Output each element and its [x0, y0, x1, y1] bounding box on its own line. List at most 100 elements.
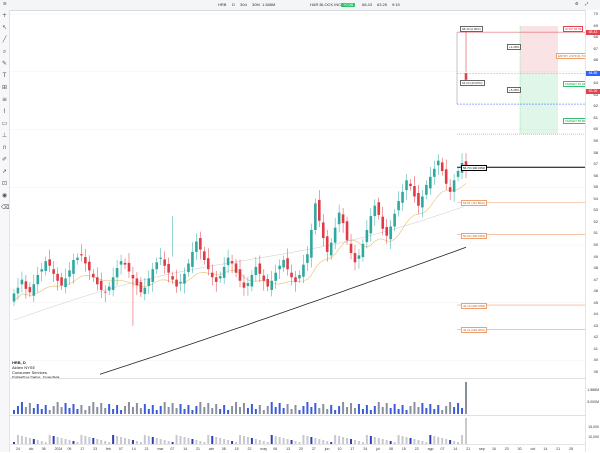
time-tick: 23: [504, 447, 509, 451]
chart-grid: [10, 13, 586, 361]
volume-bar: [227, 410, 230, 414]
volume-bar: [56, 402, 59, 414]
candle-body: [234, 263, 238, 273]
volume-bar: [80, 405, 83, 414]
menu-icon[interactable]: ☰: [3, 2, 7, 6]
volume-bar: [84, 410, 87, 414]
price-chart[interactable]: [10, 10, 586, 378]
volume-bar: [52, 406, 55, 414]
volume-bar: [250, 404, 253, 414]
settings-icon[interactable]: ⚙: [575, 2, 579, 6]
time-tick: 08: [389, 447, 393, 451]
symbol-field[interactable]: HRB: [218, 3, 226, 7]
volume-bar: [302, 406, 305, 414]
price-tick: 66: [593, 57, 598, 63]
candle-body: [306, 254, 309, 263]
candlesticks: [12, 32, 468, 326]
pattern-icon[interactable]: ⌇: [1, 108, 8, 115]
price-tick: 54: [593, 195, 598, 201]
cursor-icon[interactable]: ↖: [1, 24, 8, 31]
indicator-bar: [56, 437, 59, 444]
drawing-toolbar: + ↖ ╱ ⌕ ✎ T ⊞ ≡ ⌇ ▭ ⊥ ∩ ✐ ➚ ⊡ ◉ ⌫: [0, 10, 10, 452]
volume-bar: [357, 404, 360, 414]
lock-icon[interactable]: ⊡: [1, 180, 8, 187]
candle-body: [80, 254, 83, 256]
indicator-bar: [242, 436, 245, 444]
candle-body: [250, 274, 254, 287]
candle-body: [444, 169, 448, 184]
candle-body: [429, 176, 432, 189]
price-tick: 61: [593, 114, 598, 120]
volume-bar: [377, 402, 380, 414]
volume-bar: [425, 408, 428, 414]
volume-bar: [223, 405, 226, 414]
crosshair-icon[interactable]: +: [1, 12, 8, 19]
volume-bar: [254, 409, 257, 414]
candle-body: [290, 272, 293, 278]
price-tick: 68: [593, 34, 598, 40]
time-tick: 17: [350, 447, 355, 451]
candle-body: [76, 257, 79, 260]
zoom-icon[interactable]: ⌕: [1, 48, 8, 55]
indicator-value-b: 10,000: [588, 435, 599, 439]
arrow-icon[interactable]: ➚: [1, 168, 8, 175]
candle-body: [413, 186, 416, 197]
interval-button[interactable]: D: [232, 3, 235, 7]
size-field[interactable]: 30d: [240, 3, 247, 7]
indicator-bar: [84, 436, 87, 444]
indicator-bar: [48, 435, 51, 444]
price-box: 68.43: [586, 29, 600, 35]
volume-value-a: 1.588M: [587, 388, 599, 392]
volume-bar: [397, 409, 400, 414]
price-tick: 70: [593, 11, 598, 16]
volume-bar: [401, 405, 404, 414]
candle-body: [139, 281, 143, 293]
candle-body: [357, 255, 361, 259]
volume-bar: [262, 410, 265, 414]
indicator-bar: [433, 436, 436, 444]
magnet-icon[interactable]: ∩: [1, 144, 8, 151]
indicator-bar: [239, 435, 241, 444]
time-tick: 22: [414, 447, 419, 451]
volume-pane[interactable]: [10, 378, 586, 414]
time-tick: mar: [157, 447, 164, 451]
brush-icon[interactable]: ✎: [1, 60, 8, 67]
candle-body: [159, 257, 163, 259]
pct-a-label: +4.28%: [507, 44, 522, 50]
target1-label: TARGET 63.48: [563, 81, 588, 87]
indicator-pane[interactable]: [10, 415, 586, 444]
pen-icon[interactable]: ✐: [1, 156, 8, 163]
candle-body: [206, 258, 210, 270]
volume-bar: [100, 403, 103, 414]
fib-icon[interactable]: ≡: [1, 96, 8, 103]
volume-bar: [24, 407, 27, 414]
time-tick: 21: [196, 447, 200, 451]
time-tick: 28: [569, 447, 574, 451]
candle-body: [262, 275, 266, 281]
position-icon[interactable]: ▭: [1, 120, 8, 127]
eye-icon[interactable]: ◉: [1, 192, 8, 199]
candle-body: [187, 263, 190, 273]
volume-bar: [131, 407, 134, 414]
time-tick: dic: [28, 447, 34, 451]
trendline-icon[interactable]: ╱: [1, 36, 8, 43]
candle-body: [103, 291, 107, 293]
fib-label: 56.73 (100.00%): [461, 165, 488, 172]
text-icon[interactable]: T: [1, 72, 8, 79]
price-tick: 69: [593, 22, 598, 28]
indicator-bar: [215, 437, 218, 444]
volume-bar: [219, 409, 222, 414]
indicator-bar: [334, 435, 337, 444]
ruler-icon[interactable]: ⊥: [1, 132, 8, 139]
fullscreen-icon[interactable]: ⤢: [585, 2, 588, 6]
price-axis[interactable]: 7069686766656463626160595857565554535251…: [585, 10, 600, 452]
indicator-bar: [429, 435, 432, 444]
time-tick: 14: [543, 447, 548, 451]
candle-body: [44, 261, 48, 271]
volume-bar: [338, 406, 341, 414]
candle-body: [88, 261, 91, 271]
measure-icon[interactable]: ⊞: [1, 84, 8, 91]
candle-body: [369, 216, 373, 234]
volume-bar: [342, 402, 345, 414]
trash-icon[interactable]: ⌫: [1, 204, 9, 211]
